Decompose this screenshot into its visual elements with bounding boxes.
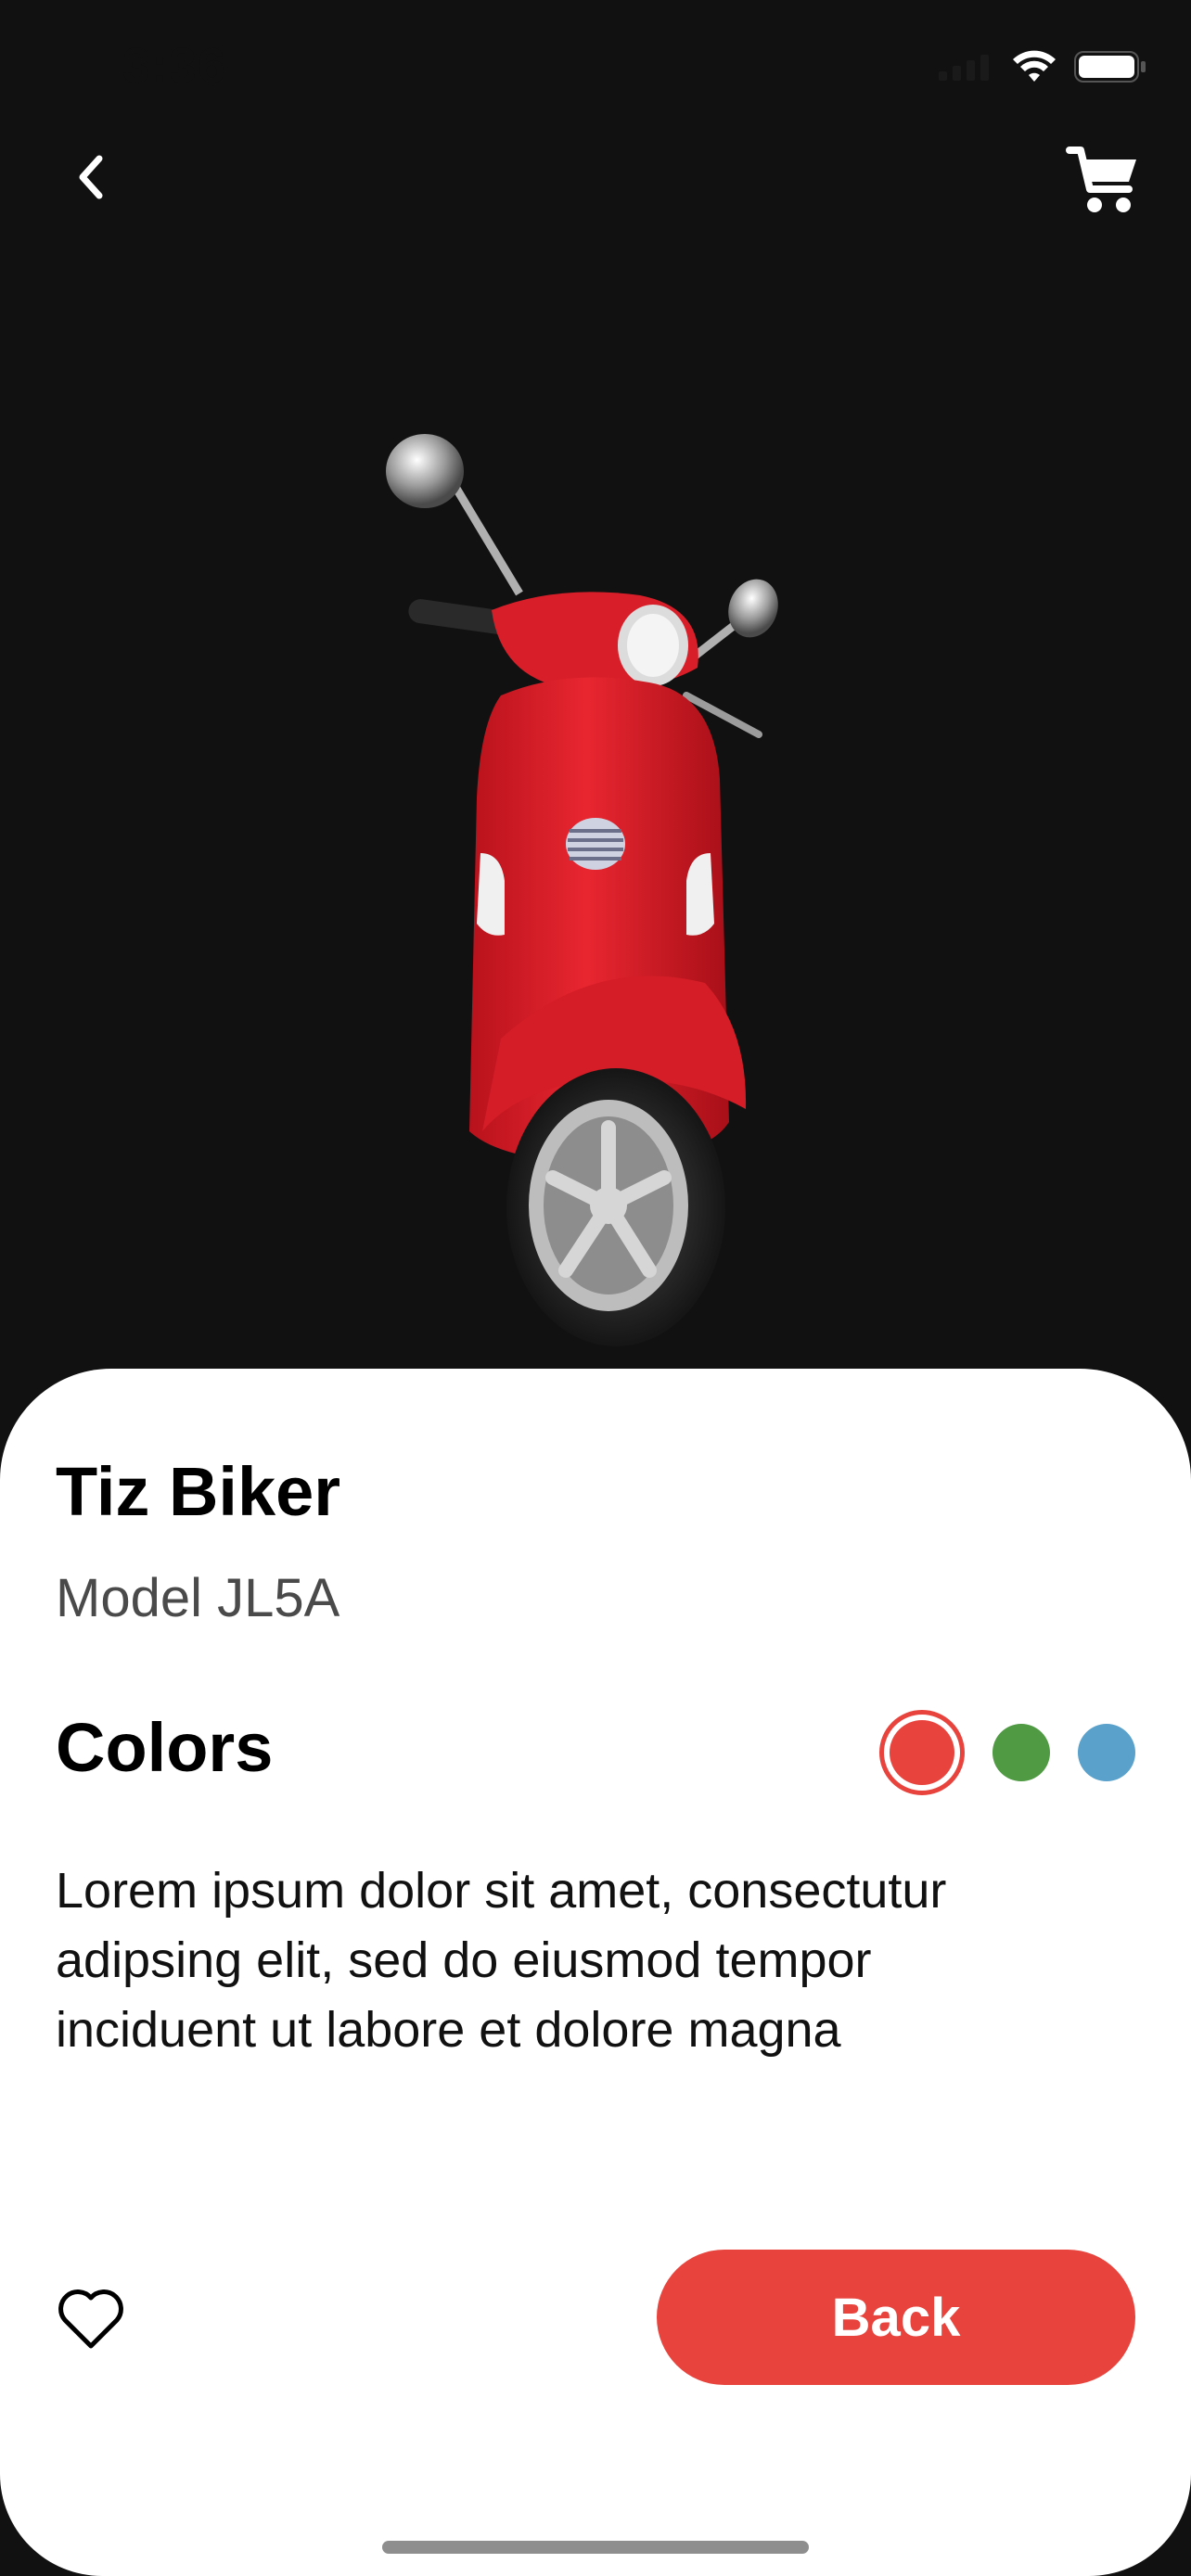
- chevron-left-icon: [79, 155, 103, 199]
- color-swatch-red[interactable]: [879, 1710, 965, 1795]
- top-bar: [0, 130, 1191, 232]
- product-details-sheet: Tiz Biker Model JL5A Colors Lorem ipsum …: [0, 1369, 1191, 2576]
- product-title: Tiz Biker: [56, 1453, 341, 1530]
- signal-icon: [939, 55, 989, 81]
- colors-heading: Colors: [56, 1709, 274, 1786]
- color-swatches: [879, 1706, 1135, 1799]
- wifi-icon: [1013, 50, 1056, 82]
- product-model: Model JL5A: [56, 1568, 340, 1628]
- product-image: [0, 389, 1191, 1372]
- status-time: 3:36: [122, 38, 227, 94]
- scooter-illustration: [386, 434, 778, 1346]
- back-chevron-button[interactable]: [58, 145, 122, 210]
- status-icons: [939, 48, 1146, 85]
- status-bar: 3:36: [0, 0, 1191, 139]
- home-indicator[interactable]: [382, 2541, 809, 2554]
- battery-icon: [1074, 51, 1146, 83]
- favorite-button[interactable]: [54, 2281, 128, 2355]
- color-swatch-blue[interactable]: [1078, 1724, 1135, 1781]
- color-swatch-green[interactable]: [992, 1724, 1050, 1781]
- product-description: Lorem ipsum dolor sit amet, consectutur …: [56, 1863, 947, 2058]
- cart-button[interactable]: [1061, 139, 1145, 223]
- cart-icon: [1066, 147, 1136, 212]
- color-swatch-red-fill: [890, 1720, 954, 1785]
- heart-outline-icon: [58, 2289, 123, 2349]
- back-button[interactable]: Back: [657, 2250, 1135, 2385]
